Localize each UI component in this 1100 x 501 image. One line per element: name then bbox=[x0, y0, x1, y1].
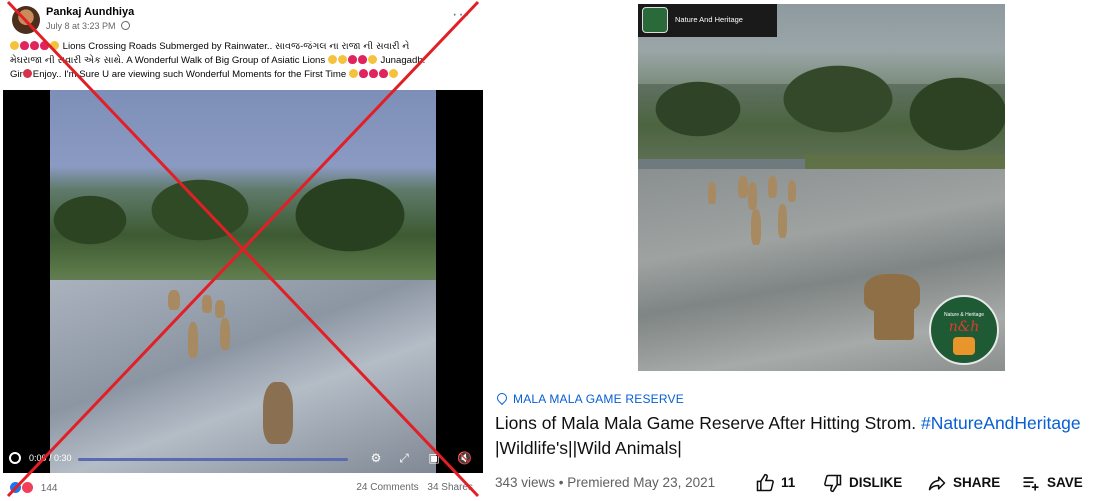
location-link[interactable]: MALA MALA GAME RESERVE bbox=[494, 390, 684, 406]
caption-line-2: મેઘરાજા ની સવારી એક સાથે. A Wonderful Wa… bbox=[10, 55, 326, 66]
globe-icon bbox=[121, 21, 131, 30]
like-count: 11 bbox=[781, 475, 796, 490]
heart-emoji-icon bbox=[347, 55, 357, 64]
post-timestamp[interactable]: July 8 at 3:23 PM bbox=[46, 21, 131, 31]
lion-figure bbox=[263, 382, 293, 444]
location-pin-icon bbox=[494, 390, 510, 406]
heart-emoji-icon bbox=[368, 69, 378, 78]
video-title-line-2: |Wildlife's||Wild Animals| bbox=[495, 438, 682, 458]
lion-figure bbox=[188, 322, 198, 358]
hand-emoji-icon bbox=[50, 41, 59, 50]
hashtag-link[interactable]: #NatureAndHeritage bbox=[921, 413, 1081, 433]
heart-emoji-icon bbox=[358, 69, 368, 78]
caption-line-2b: Junagadh. bbox=[380, 55, 426, 66]
caption-line-3: Gir bbox=[10, 69, 23, 80]
channel-logo-icon bbox=[642, 7, 668, 33]
timestamp-text: July 8 at 3:23 PM bbox=[46, 21, 116, 31]
video-frame[interactable] bbox=[50, 90, 436, 473]
lion-figure bbox=[788, 180, 796, 202]
youtube-video-player[interactable]: Nature And Heritage Nature & Heritage n&… bbox=[638, 4, 1005, 371]
lion-figure bbox=[220, 318, 230, 350]
reactions-summary[interactable]: 144 bbox=[10, 482, 57, 494]
hand-emoji-icon bbox=[367, 55, 377, 64]
caption-line-1: Lions Crossing Roads Submerged by Rainwa… bbox=[62, 41, 410, 52]
premiere-date: Premiered May 23, 2021 bbox=[567, 475, 716, 490]
location-text: MALA MALA GAME RESERVE bbox=[513, 392, 684, 406]
mute-icon[interactable]: 🔇 bbox=[457, 451, 472, 465]
video-progress-bar[interactable] bbox=[78, 458, 348, 461]
channel-badge: Nature And Heritage bbox=[638, 4, 777, 37]
heart-emoji-icon bbox=[40, 41, 49, 50]
post-caption: Lions Crossing Roads Submerged by Rainwa… bbox=[10, 40, 480, 82]
comments-count[interactable]: 24 Comments bbox=[356, 482, 418, 493]
hand-emoji-icon bbox=[348, 69, 358, 78]
heart-emoji-icon bbox=[378, 69, 388, 78]
lion-figure bbox=[874, 304, 914, 340]
hand-emoji-icon bbox=[327, 55, 337, 64]
fullscreen-icon[interactable]: ⤢ bbox=[397, 451, 411, 465]
lion-figure bbox=[708, 182, 716, 204]
reaction-count: 144 bbox=[40, 483, 58, 494]
lion-figure bbox=[748, 182, 757, 210]
lion-figure bbox=[738, 176, 748, 198]
lion-figure bbox=[751, 209, 761, 245]
share-label: SHARE bbox=[953, 475, 1001, 490]
thumbs-up-icon bbox=[756, 474, 774, 492]
dislike-label: DISLIKE bbox=[849, 475, 903, 490]
video-title: Lions of Mala Mala Game Reserve After Hi… bbox=[495, 411, 1100, 435]
thumbs-down-icon bbox=[824, 475, 842, 493]
youtube-video-page: Nature And Heritage Nature & Heritage n&… bbox=[485, 0, 1100, 501]
hand-emoji-icon bbox=[10, 41, 19, 50]
shares-count[interactable]: 34 Shares bbox=[427, 482, 473, 493]
author-name[interactable]: Pankaj Aundhiya bbox=[46, 6, 134, 18]
video-timecode: 0:00 / 0:30 bbox=[29, 453, 72, 463]
video-controls: 0:00 / 0:30 ⚙ ⤢ ▣ 🔇 bbox=[3, 445, 483, 473]
like-reaction-icon bbox=[10, 482, 21, 493]
view-count: 343 views bbox=[495, 475, 556, 490]
watermark-logo-text: n&h bbox=[948, 319, 980, 335]
video-trees bbox=[638, 49, 1005, 159]
facebook-post: Pankaj Aundhiya July 8 at 3:23 PM ··· Li… bbox=[0, 0, 485, 501]
post-footer: 144 24 Comments 34 Shares bbox=[10, 480, 475, 496]
video-meta: 343 views • Premiered May 23, 2021 bbox=[495, 475, 716, 490]
lion-figure bbox=[168, 290, 180, 310]
playlist-add-icon bbox=[1023, 477, 1039, 491]
more-options-icon[interactable]: ··· bbox=[452, 6, 471, 24]
video-title-text: Lions of Mala Mala Game Reserve After Hi… bbox=[495, 413, 917, 433]
watermark-caption: Nature & Heritage bbox=[943, 312, 985, 318]
lion-figure bbox=[768, 176, 777, 198]
heart-emoji-icon bbox=[357, 55, 367, 64]
dislike-button[interactable]: DISLIKE bbox=[823, 470, 902, 496]
share-button[interactable]: SHARE bbox=[927, 470, 1000, 496]
hand-emoji-icon bbox=[337, 55, 347, 64]
picture-in-picture-icon[interactable]: ▣ bbox=[427, 451, 441, 465]
rose-emoji-icon bbox=[22, 69, 32, 78]
hand-emoji-icon bbox=[388, 69, 398, 78]
save-label: SAVE bbox=[1047, 475, 1083, 490]
video-player[interactable]: 0:00 / 0:30 ⚙ ⤢ ▣ 🔇 bbox=[3, 90, 483, 473]
heart-emoji-icon bbox=[20, 41, 29, 50]
avatar[interactable] bbox=[12, 6, 40, 34]
share-arrow-icon bbox=[928, 476, 946, 491]
lion-figure bbox=[215, 300, 225, 318]
love-reaction-icon bbox=[22, 482, 33, 493]
caption-line-3b: Enjoy.. I'm Sure U are viewing such Wond… bbox=[32, 69, 347, 80]
settings-gear-icon[interactable]: ⚙ bbox=[369, 451, 383, 465]
tiger-icon bbox=[953, 337, 975, 355]
lion-figure bbox=[202, 295, 212, 313]
lion-figure bbox=[778, 204, 787, 238]
post-stats: 24 Comments 34 Shares bbox=[350, 482, 473, 493]
channel-watermark[interactable]: Nature & Heritage n&h bbox=[929, 295, 999, 365]
channel-badge-text: Nature And Heritage bbox=[675, 15, 743, 24]
post-header: Pankaj Aundhiya July 8 at 3:23 PM ··· bbox=[10, 4, 475, 34]
save-button[interactable]: SAVE bbox=[1021, 470, 1083, 496]
replay-icon[interactable] bbox=[9, 452, 21, 464]
like-button[interactable]: 11 bbox=[755, 470, 795, 496]
heart-emoji-icon bbox=[30, 41, 39, 50]
video-trees bbox=[50, 160, 436, 280]
